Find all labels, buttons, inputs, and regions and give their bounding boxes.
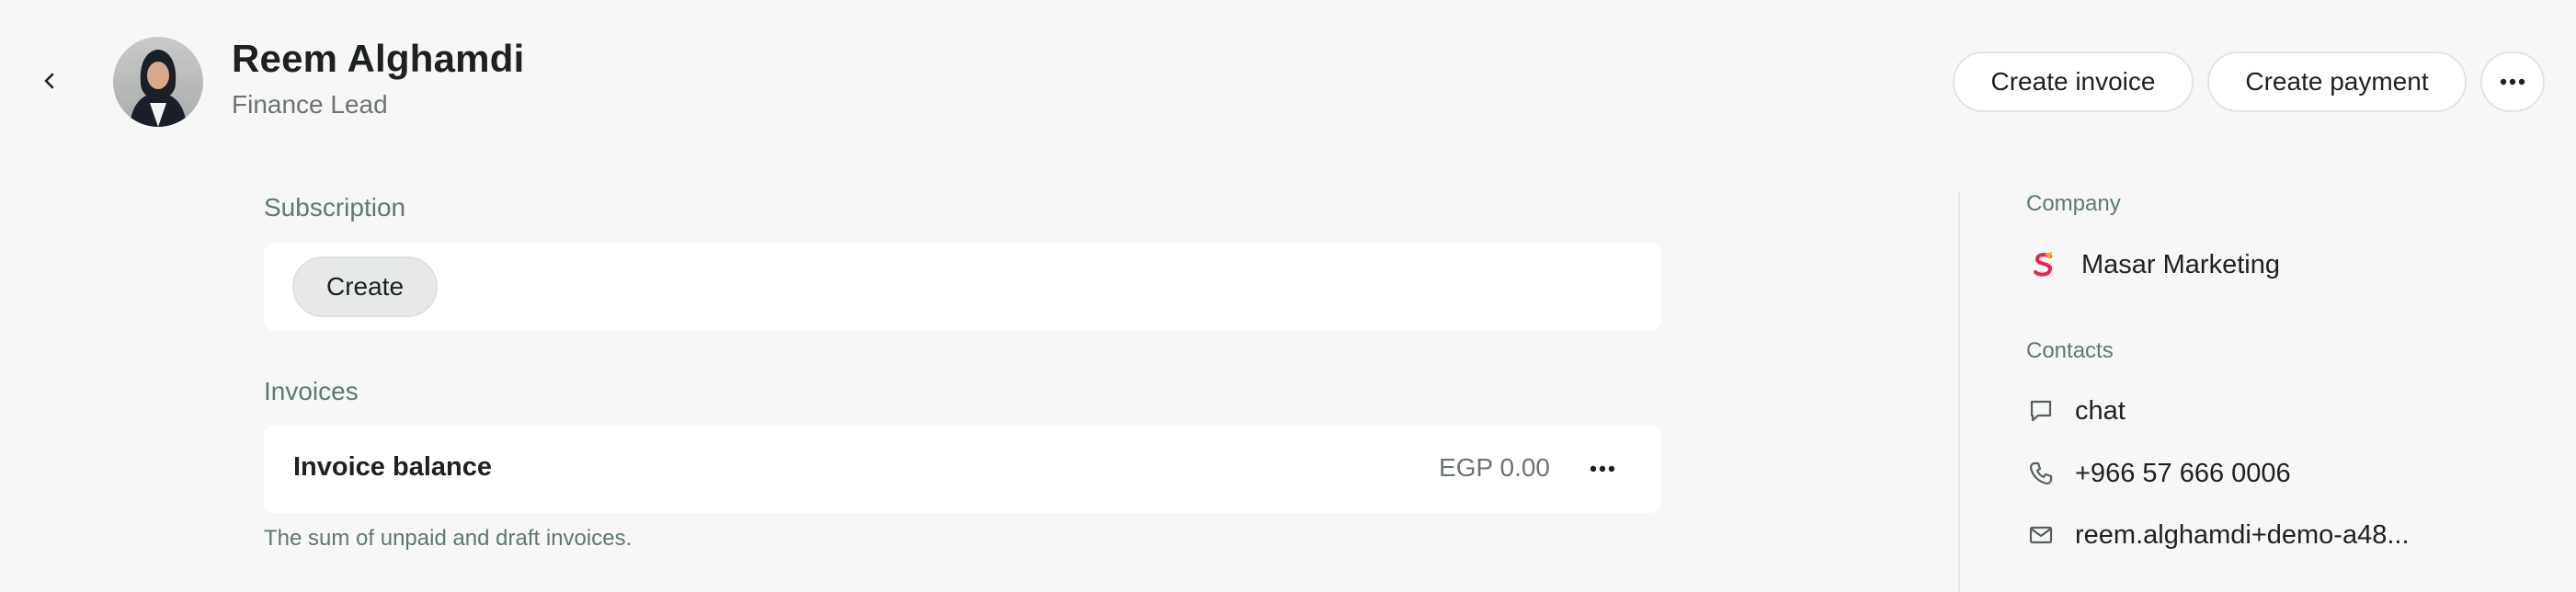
subscription-card: Create <box>264 243 1661 331</box>
company-logo-icon <box>2026 248 2059 281</box>
create-subscription-button[interactable]: Create <box>292 256 438 317</box>
create-invoice-button[interactable]: Create invoice <box>1953 51 2194 112</box>
more-horizontal-icon <box>1590 465 1615 472</box>
contact-chat[interactable]: chat <box>2026 393 2126 429</box>
chevron-left-icon <box>44 73 54 89</box>
subscription-label: Subscription <box>264 193 406 222</box>
invoice-balance-amount: EGP 0.00 <box>1439 453 1550 482</box>
invoice-balance-title: Invoice balance <box>293 452 492 482</box>
contact-name: Reem Alghamdi <box>232 37 525 80</box>
company-label: Company <box>2026 191 2121 216</box>
contact-email[interactable]: reem.alghamdi+demo-a48... <box>2026 517 2410 553</box>
contact-role: Finance Lead <box>232 90 388 119</box>
contacts-label: Contacts <box>2026 338 2114 363</box>
company-name: Masar Marketing <box>2081 249 2280 279</box>
invoice-balance-note: The sum of unpaid and draft invoices. <box>264 526 633 551</box>
contact-phone-value: +966 57 666 0006 <box>2075 458 2291 488</box>
create-payment-button[interactable]: Create payment <box>2207 51 2467 112</box>
back-button[interactable] <box>28 59 72 103</box>
chat-bubble-icon <box>2026 396 2056 426</box>
more-horizontal-icon <box>2500 78 2525 85</box>
more-actions-button[interactable] <box>2480 51 2545 112</box>
company-link[interactable]: Masar Marketing <box>2026 246 2280 283</box>
invoice-balance-card: Invoice balance EGP 0.00 <box>264 425 1661 513</box>
contact-phone[interactable]: +966 57 666 0006 <box>2026 455 2291 492</box>
mail-icon <box>2026 520 2056 550</box>
column-divider <box>1958 191 1960 592</box>
invoices-label: Invoices <box>264 377 359 405</box>
contact-chat-value: chat <box>2075 395 2126 426</box>
contact-email-value: reem.alghamdi+demo-a48... <box>2075 519 2410 550</box>
avatar <box>113 37 203 127</box>
invoice-more-button[interactable] <box>1580 447 1624 491</box>
phone-icon <box>2026 459 2056 488</box>
